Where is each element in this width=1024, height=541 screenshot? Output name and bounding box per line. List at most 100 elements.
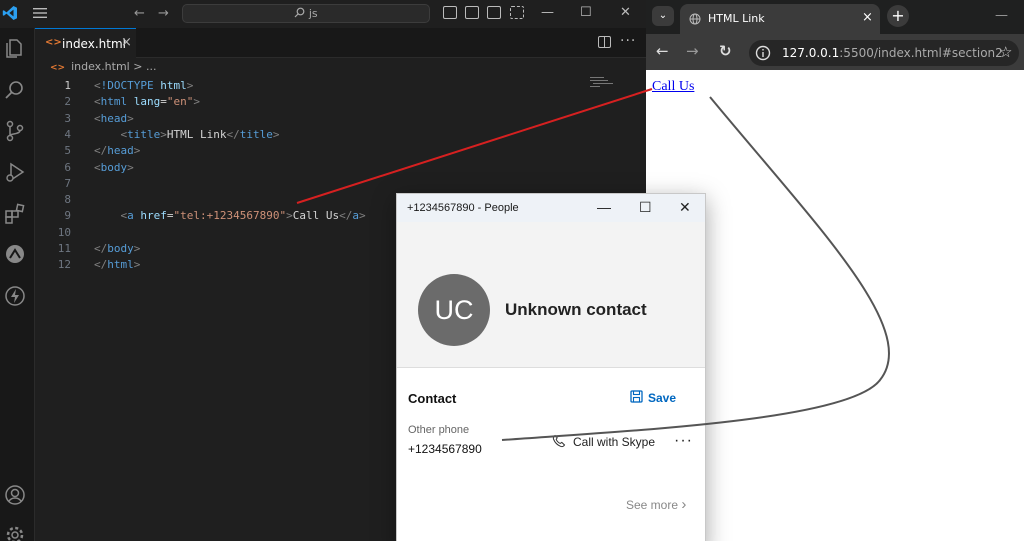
- settings-gear-icon[interactable]: [4, 524, 26, 541]
- search-icon: [294, 7, 305, 18]
- code-token: "en": [166, 95, 194, 109]
- code-token: >: [358, 209, 366, 223]
- browser-minimize-button[interactable]: —: [995, 8, 1008, 23]
- contact-name: Unknown contact: [505, 300, 647, 319]
- url-path: :5500/index.html#section2: [839, 46, 1003, 60]
- bookmark-star-icon[interactable]: ☆: [999, 43, 1012, 61]
- save-icon: [630, 390, 643, 403]
- code-line[interactable]: 3 <head>: [35, 111, 595, 127]
- toggle-panel-icon[interactable]: [465, 6, 479, 19]
- line-number: 9: [64, 209, 71, 223]
- hamburger-menu-icon[interactable]: [33, 7, 47, 19]
- code-token: "tel:+1234567890": [173, 209, 287, 223]
- code-token: html: [100, 95, 134, 109]
- code-token: >: [286, 209, 293, 223]
- people-minimize-button[interactable]: —: [597, 199, 611, 215]
- save-button[interactable]: Save: [630, 390, 676, 405]
- line-number: 7: [64, 176, 71, 190]
- browser-back-icon[interactable]: ←: [656, 42, 669, 60]
- line-number: 3: [64, 111, 71, 125]
- minimap[interactable]: [590, 76, 614, 90]
- code-token: =: [166, 209, 174, 223]
- code-token: title: [239, 127, 273, 141]
- code-text: <body>: [94, 160, 134, 176]
- html-file-icon: <>: [45, 37, 62, 48]
- remote-explorer-icon[interactable]: [4, 243, 26, 265]
- code-line[interactable]: 2 <html lang="en">: [35, 94, 595, 110]
- code-token: head: [107, 144, 134, 158]
- code-token: </: [94, 144, 108, 158]
- reload-icon[interactable]: ↻: [719, 42, 732, 60]
- line-number: 1: [64, 79, 71, 92]
- code-token: a: [127, 209, 141, 223]
- nav-forward-icon[interactable]: →: [158, 6, 169, 21]
- split-editor-icon[interactable]: [598, 36, 611, 48]
- code-token: title: [127, 127, 161, 141]
- phone-icon[interactable]: [552, 434, 566, 448]
- tab-search-button[interactable]: ⌄: [652, 6, 674, 26]
- code-token: </: [94, 258, 108, 272]
- site-info-icon[interactable]: [755, 45, 771, 61]
- code-token: HTML Link: [166, 127, 227, 141]
- line-number: 6: [64, 160, 71, 174]
- toggle-sidebar-icon[interactable]: [443, 6, 457, 19]
- call-us-link[interactable]: Call Us: [652, 79, 694, 95]
- code-token: <: [94, 95, 101, 109]
- people-close-button[interactable]: ✕: [679, 199, 691, 216]
- source-control-icon[interactable]: [4, 120, 26, 142]
- code-token: >: [127, 160, 134, 174]
- customize-layout-icon[interactable]: [510, 6, 524, 19]
- screenshot-root: ← → js — ☐ ✕ <> index.html × ··· <> inde…: [0, 0, 1024, 541]
- code-token: =: [160, 95, 167, 109]
- people-maximize-button[interactable]: ☐: [639, 199, 652, 216]
- tab-label: index.html: [62, 37, 126, 51]
- code-token: <: [94, 79, 101, 92]
- browser-forward-icon[interactable]: →: [686, 42, 699, 60]
- code-line[interactable]: 1 <!DOCTYPE html>: [35, 78, 595, 94]
- code-text: </body>: [94, 241, 140, 257]
- code-token: >: [133, 258, 141, 272]
- code-text: </html>: [94, 257, 140, 273]
- nav-back-icon[interactable]: ←: [134, 6, 145, 21]
- line-number: 12: [57, 258, 71, 272]
- tab-close-icon[interactable]: ×: [121, 35, 132, 50]
- code-token: head: [100, 111, 128, 125]
- phone-number: +1234567890: [408, 442, 482, 456]
- code-line[interactable]: 7: [35, 176, 595, 192]
- address-bar[interactable]: 127.0.0.1:5500/index.html#section2 ☆: [749, 40, 1019, 66]
- code-line[interactable]: 4 <title>HTML Link</title>: [35, 127, 595, 143]
- command-center-search[interactable]: js: [182, 4, 430, 23]
- search-icon[interactable]: [4, 79, 26, 101]
- more-actions-icon[interactable]: ···: [620, 33, 636, 49]
- vscode-minimize-button[interactable]: —: [541, 5, 554, 20]
- vscode-maximize-button[interactable]: ☐: [580, 5, 592, 20]
- code-token: html: [160, 79, 187, 92]
- browser-tabstrip: ⌄ HTML Link × + —: [646, 0, 1024, 34]
- line-number: 5: [64, 144, 71, 158]
- call-with-skype-button[interactable]: Call with Skype: [573, 435, 655, 449]
- code-line[interactable]: 5 </head>: [35, 143, 595, 159]
- code-line[interactable]: 6 <body>: [35, 160, 595, 176]
- browser-tab-html-link[interactable]: HTML Link ×: [680, 4, 880, 34]
- code-token: <: [94, 111, 101, 125]
- explorer-icon[interactable]: [4, 37, 26, 59]
- new-tab-button[interactable]: +: [887, 5, 909, 27]
- toggle-secondary-sidebar-icon[interactable]: [487, 6, 501, 19]
- avatar: UC: [418, 274, 490, 346]
- account-icon[interactable]: [4, 484, 26, 506]
- extensions-icon[interactable]: [4, 203, 26, 225]
- tab-index-html[interactable]: <> index.html ×: [35, 28, 136, 58]
- activity-bar: [0, 28, 35, 541]
- more-options-icon[interactable]: ···: [674, 432, 693, 450]
- see-more-link[interactable]: See more ›: [626, 496, 686, 513]
- people-window: +1234567890 - People — ☐ ✕ UC Unknown co…: [396, 193, 706, 541]
- run-debug-icon[interactable]: [4, 161, 26, 183]
- code-token: body: [107, 242, 134, 255]
- breadcrumb[interactable]: <> index.html > ...: [50, 60, 156, 73]
- people-titlebar: +1234567890 - People — ☐ ✕: [397, 194, 705, 222]
- code-text: <head>: [94, 111, 134, 127]
- vscode-close-button[interactable]: ✕: [620, 5, 631, 20]
- browser-tab-close-icon[interactable]: ×: [862, 10, 873, 25]
- lightning-icon[interactable]: [4, 285, 26, 307]
